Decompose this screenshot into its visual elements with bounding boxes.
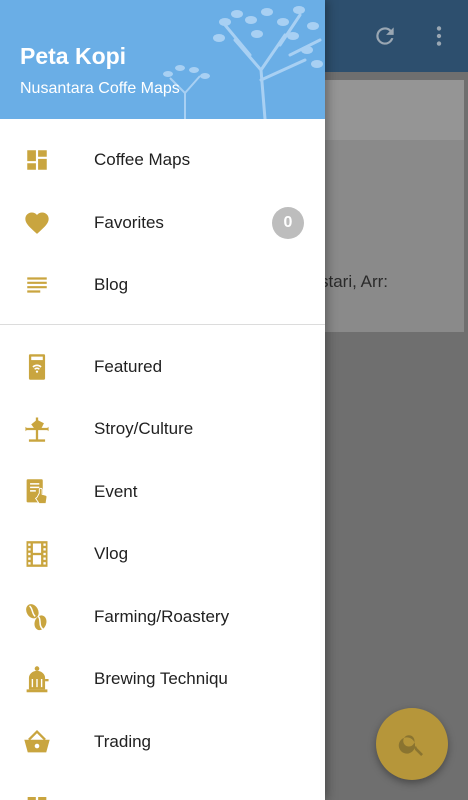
drawer-divider [0,323,325,325]
menu-item-brewing-technique[interactable]: Brewing Techniqu [0,648,325,711]
coffee-machine-icon [22,352,52,382]
search-fab[interactable] [376,708,448,780]
menu-item-coffee-maps[interactable]: Coffee Maps [0,129,325,192]
menu-label: Favorites [94,212,164,232]
menu-item-vlog[interactable]: Vlog [0,523,325,586]
menu-item-featured[interactable]: Featured [0,336,325,399]
card-address: stari, Arr: [320,272,389,291]
menu-label: Event [94,481,138,501]
lines-icon [22,270,52,300]
app-subtitle: Nusantara Coffe Maps [20,80,180,97]
coffee-beans-icon [22,602,52,632]
menu-label: Trading [94,731,152,751]
menu-label: Featured [94,356,163,376]
menu-item-trading[interactable]: Trading [0,711,325,774]
coffee-shop-card[interactable]: stari, Arr: [312,80,464,332]
menu-item-farming-roastery[interactable]: Farming/Roastery [0,586,325,649]
menu-item-partial[interactable] [0,773,325,800]
menu-label: Coffee Maps [94,150,191,170]
menu-label: Blog [94,275,129,295]
search-icon [398,735,423,756]
navigation-drawer: Peta Kopi Nusantara Coffe Maps Coffee Ma… [0,0,325,800]
menu-item-blog[interactable]: Blog [0,254,325,317]
menu-item-favorites[interactable]: Favorites 0 [0,192,325,255]
menu-label: Vlog [94,544,129,564]
heart-icon [22,208,52,238]
basket-icon [22,727,52,757]
card-image [312,80,464,140]
menu-item-event[interactable]: Event [0,461,325,524]
menu-label: Farming/Roastery [94,606,230,626]
app-title: Peta Kopi [20,43,127,69]
favorites-count-badge: 0 [272,206,304,239]
touch-list-icon [22,477,52,507]
more-vert-icon[interactable] [423,20,455,52]
drawer-header: Peta Kopi Nusantara Coffe Maps [0,0,325,119]
menu-label: Stroy/Culture [94,419,194,439]
cups-icon [22,789,52,800]
menu-label: Brewing Techniqu [94,669,228,689]
refresh-icon[interactable] [369,20,401,52]
weathervane-icon [22,414,52,444]
menu-item-story-culture[interactable]: Stroy/Culture [0,398,325,461]
film-icon [22,539,52,569]
dashboard-icon [22,145,52,175]
roaster-icon [22,664,52,694]
